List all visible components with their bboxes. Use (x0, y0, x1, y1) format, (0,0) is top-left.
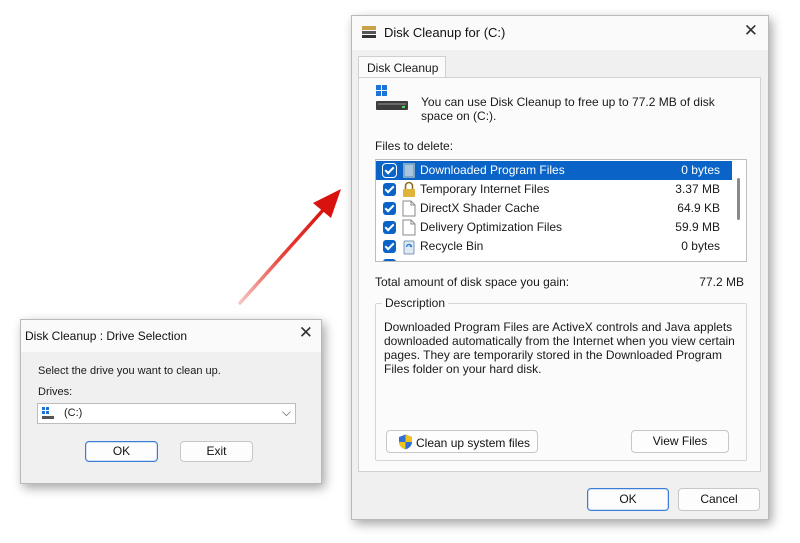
file-checkbox[interactable] (383, 259, 396, 261)
drive-ok-button[interactable]: OK (85, 441, 158, 462)
file-icon (402, 200, 416, 217)
hard-drive-icon (376, 85, 408, 110)
recycle-bin-icon (402, 238, 416, 255)
drive-selection-prompt: Select the drive you want to clean up. (38, 365, 221, 377)
folder-icon (402, 162, 416, 179)
files-to-delete-label: Files to delete: (375, 139, 454, 153)
description-label: Description (382, 296, 449, 310)
drives-label: Drives: (38, 386, 73, 398)
file-name: Temporary Internet Files (420, 182, 550, 196)
description-text: Downloaded Program Files are ActiveX con… (384, 320, 735, 376)
disk-cleanup-window: Disk Cleanup for (C:) ✕ Disk Cleanup You… (351, 15, 769, 520)
file-name: Recycle Bin (420, 239, 484, 253)
file-size: 0 bytes (681, 239, 720, 253)
file-size: 0 bytes (681, 163, 720, 177)
drive-selection-titlebar: Disk Cleanup : Drive Selection ✕ (21, 320, 321, 352)
file-checkbox[interactable] (383, 221, 396, 234)
close-icon[interactable]: ✕ (299, 323, 313, 343)
selected-drive-value: (C:) (64, 407, 83, 419)
tab-disk-cleanup[interactable]: Disk Cleanup (358, 56, 446, 78)
view-files-button[interactable]: View Files (631, 430, 729, 453)
file-row[interactable]: Recycle Bin 0 bytes (376, 237, 732, 256)
file-checkbox[interactable] (382, 163, 397, 178)
cancel-button[interactable]: Cancel (678, 488, 760, 511)
file-name: DirectX Shader Cache (420, 201, 540, 215)
total-label: Total amount of disk space you gain: (375, 275, 570, 289)
total-value: 77.2 MB (699, 275, 744, 289)
close-icon[interactable]: ✕ (744, 21, 758, 41)
file-row[interactable]: Downloaded Program Files 0 bytes (376, 161, 732, 180)
file-checkbox[interactable] (383, 183, 396, 196)
windows-drive-icon (42, 407, 54, 419)
ok-button[interactable]: OK (587, 488, 669, 511)
arrow-shaft (238, 207, 326, 305)
lock-icon (402, 181, 416, 198)
file-name: Downloaded Program Files (420, 163, 565, 177)
file-checkbox[interactable] (383, 240, 396, 253)
description-group: Description Downloaded Program Files are… (375, 296, 747, 461)
disk-cleanup-title: Disk Cleanup for (C:) (384, 25, 506, 40)
disk-cleanup-titlebar: Disk Cleanup for (C:) ✕ (352, 16, 768, 50)
file-name: Delivery Optimization Files (420, 220, 563, 234)
tab-panel: You can use Disk Cleanup to free up to 7… (358, 77, 761, 472)
clean-up-system-files-button[interactable]: Clean up system files (386, 430, 538, 453)
chevron-down-icon[interactable]: ⌵ (282, 405, 291, 420)
file-size: 3.37 MB (675, 182, 720, 196)
file-row[interactable]: Temporary Internet Files 3.37 MB (376, 180, 732, 199)
exit-button[interactable]: Exit (180, 441, 253, 462)
file-icon (402, 219, 416, 236)
shield-icon (399, 434, 412, 450)
drive-select[interactable]: (C:) ⌵ (37, 403, 296, 424)
list-scrollbar[interactable] (737, 178, 740, 220)
intro-text: You can use Disk Cleanup to free up to 7… (421, 95, 715, 123)
file-checkbox[interactable] (383, 202, 396, 215)
files-list[interactable]: Downloaded Program Files 0 bytes Temporary… (375, 159, 747, 262)
disk-cleanup-app-icon (362, 26, 376, 38)
file-size: 59.9 MB (675, 220, 720, 234)
file-row[interactable]: DirectX Shader Cache 64.9 KB (376, 199, 732, 218)
arrow-head (313, 189, 341, 218)
drive-selection-title: Disk Cleanup : Drive Selection (25, 329, 188, 343)
file-size: 64.9 KB (677, 201, 720, 215)
clean-up-system-files-label: Clean up system files (416, 436, 531, 450)
tab-disk-cleanup-label: Disk Cleanup (367, 61, 439, 75)
drive-selection-dialog: Disk Cleanup : Drive Selection ✕ Select … (20, 319, 322, 484)
file-row[interactable]: Delivery Optimization Files 59.9 MB (376, 218, 732, 237)
